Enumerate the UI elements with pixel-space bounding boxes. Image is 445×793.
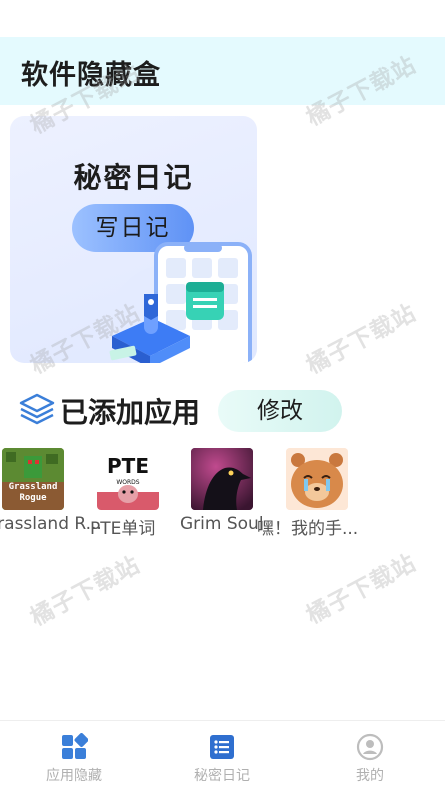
pte-words-icon: PTE WORDS xyxy=(97,448,159,510)
app-item-grim-soul[interactable]: Grim Soul xyxy=(172,448,272,534)
grassland-icon-text-1: Grassland xyxy=(8,482,58,492)
app-label: PTE单词 xyxy=(90,519,156,539)
watermark-text: 橘子下载站 xyxy=(302,550,421,630)
apps-grid-icon xyxy=(62,733,88,759)
watermark-text: 橘子下载站 xyxy=(26,552,145,632)
grassland-icon-text-2: Rogue xyxy=(19,493,47,503)
hey-my-hand-icon xyxy=(286,448,348,510)
profile-icon xyxy=(356,733,384,761)
secret-diary-card[interactable]: 秘密日记 写日记 xyxy=(10,116,257,363)
layers-icon xyxy=(19,393,55,425)
edit-apps-button[interactable]: 修改 xyxy=(218,390,342,432)
added-apps-title: 已添加应用 xyxy=(60,396,201,429)
app-label: Grassland R... xyxy=(0,514,102,534)
phone-safe-illustration xyxy=(108,242,252,363)
bottom-tab-bar: 应用隐藏 秘密日记 我的 xyxy=(0,720,445,793)
tab-label: 秘密日记 xyxy=(194,768,250,784)
tab-label: 我的 xyxy=(356,768,384,784)
app-item-hey-my-hand[interactable]: 嘿！我的手... xyxy=(257,448,367,539)
tab-secret-diary[interactable]: 秘密日记 xyxy=(148,721,296,793)
app-item-pte-words[interactable]: PTE WORDS PTE单词 xyxy=(78,448,178,539)
tab-label: 应用隐藏 xyxy=(46,768,102,784)
tab-mine[interactable]: 我的 xyxy=(296,721,444,793)
app-label: 嘿！我的手... xyxy=(257,519,359,539)
app-header: 软件隐藏盒 xyxy=(0,37,445,105)
tab-app-hide[interactable]: 应用隐藏 xyxy=(0,721,148,793)
grim-soul-icon xyxy=(191,448,253,510)
watermark-text: 橘子下载站 xyxy=(302,300,421,380)
diary-list-icon xyxy=(210,735,234,759)
diary-card-title: 秘密日记 xyxy=(73,161,194,194)
grassland-rogue-icon: Grassland Rogue xyxy=(2,448,64,510)
app-item-grassland-rogue[interactable]: Grassland Rogue Grassland R... xyxy=(0,448,102,534)
added-apps-section-header: 已添加应用 修改 xyxy=(18,388,438,434)
app-label: Grim Soul xyxy=(180,514,264,534)
page-title: 软件隐藏盒 xyxy=(21,60,161,91)
